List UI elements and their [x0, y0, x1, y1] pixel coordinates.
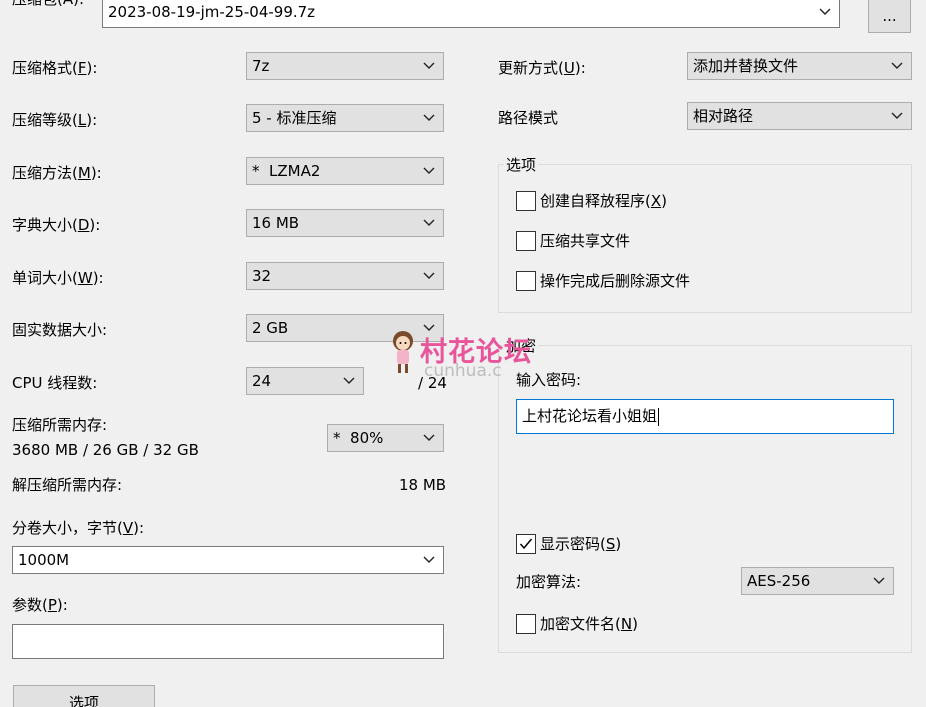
level-label: 压缩等级(L): — [12, 111, 98, 129]
browse-button[interactable]: ... — [868, 0, 911, 33]
chevron-down-icon — [871, 568, 887, 594]
solid-label: 固实数据大小: — [12, 321, 108, 339]
algo-label: 加密算法: — [516, 573, 582, 591]
show-password-label[interactable]: 显示密码(S) — [540, 534, 621, 554]
cpu-label: CPU 线程数: — [12, 374, 98, 392]
word-value: 32 — [252, 267, 272, 285]
chevron-down-icon — [889, 53, 905, 79]
password-value: 上村花论坛看小姐姐 — [522, 407, 658, 425]
format-select[interactable]: 7z — [246, 52, 444, 80]
cpu-select[interactable]: 24 — [246, 367, 364, 395]
chevron-down-icon — [341, 368, 357, 394]
show-password-checkbox[interactable] — [516, 534, 536, 554]
text-cursor — [658, 407, 660, 426]
chevron-down-icon — [421, 105, 437, 131]
update-select[interactable]: 添加并替换文件 — [687, 52, 912, 80]
dict-value: 16 MB — [252, 214, 300, 232]
chevron-down-icon — [421, 53, 437, 79]
word-select[interactable]: 32 — [246, 262, 444, 290]
path-mode-label: 路径模式 — [498, 109, 559, 127]
password-input[interactable]: 上村花论坛看小姐姐 — [516, 399, 894, 434]
method-label: 压缩方法(M): — [12, 164, 102, 182]
cpu-value: 24 — [252, 372, 272, 390]
delete-after-checkbox[interactable] — [516, 271, 536, 291]
format-label: 压缩格式(F): — [12, 59, 98, 77]
encrypt-names-checkbox[interactable] — [516, 614, 536, 634]
checkmark-icon — [519, 538, 533, 550]
mem-decompress-value: 18 MB — [399, 476, 447, 494]
method-select[interactable]: * LZMA2 — [246, 157, 444, 185]
options-group-title: 选项 — [504, 155, 539, 175]
watermark-mascot — [388, 330, 418, 376]
options-button-label: 选项 — [68, 694, 99, 707]
volume-value: 1000M — [18, 551, 70, 569]
dict-label: 字典大小(D): — [12, 216, 101, 234]
level-value: 5 - 标准压缩 — [252, 109, 337, 127]
chevron-down-icon — [421, 547, 437, 573]
params-input[interactable] — [12, 624, 444, 659]
password-label: 输入密码: — [516, 371, 582, 389]
level-select[interactable]: 5 - 标准压缩 — [246, 104, 444, 132]
method-value: * LZMA2 — [252, 162, 321, 180]
algo-select[interactable]: AES-256 — [741, 567, 894, 595]
dict-select[interactable]: 16 MB — [246, 209, 444, 237]
encrypt-group — [498, 345, 912, 653]
algo-value: AES-256 — [747, 572, 811, 590]
update-label: 更新方式(U): — [498, 59, 586, 77]
mem-percent-select[interactable]: * 80% — [327, 424, 444, 452]
volume-combo[interactable]: 1000M — [12, 546, 444, 574]
encrypt-names-label[interactable]: 加密文件名(N) — [540, 614, 638, 634]
path-mode-value: 相对路径 — [693, 107, 754, 125]
shared-files-checkbox[interactable] — [516, 231, 536, 251]
archive-label: 压缩包(A): — [12, 0, 84, 9]
format-value: 7z — [252, 57, 270, 75]
watermark-subtext: cunhua.c — [424, 361, 502, 381]
sfx-checkbox[interactable] — [516, 191, 536, 211]
chevron-down-icon — [421, 158, 437, 184]
archive-path-value: 2023-08-19-jm-25-04-99.7z — [108, 3, 316, 21]
options-button[interactable]: 选项 — [13, 685, 155, 707]
solid-value: 2 GB — [252, 319, 289, 337]
mem-compress-value: 3680 MB / 26 GB / 32 GB — [12, 441, 199, 459]
mem-compress-label: 压缩所需内存: — [12, 416, 108, 434]
chevron-down-icon — [421, 425, 437, 451]
mem-percent-value: * 80% — [333, 429, 384, 447]
chevron-down-icon — [421, 210, 437, 236]
volume-label: 分卷大小，字节(V): — [12, 519, 145, 537]
mem-decompress-label: 解压缩所需内存: — [12, 476, 123, 494]
chevron-down-icon — [817, 0, 833, 25]
archive-path-combo[interactable]: 2023-08-19-jm-25-04-99.7z — [102, 0, 840, 28]
path-mode-select[interactable]: 相对路径 — [687, 102, 912, 130]
chevron-down-icon — [421, 263, 437, 289]
chevron-down-icon — [889, 103, 905, 129]
sfx-label[interactable]: 创建自释放程序(X) — [540, 191, 667, 211]
delete-after-label[interactable]: 操作完成后删除源文件 — [540, 271, 690, 291]
update-value: 添加并替换文件 — [693, 57, 799, 75]
word-label: 单词大小(W): — [12, 269, 104, 287]
shared-files-label[interactable]: 压缩共享文件 — [540, 231, 630, 251]
browse-button-label: ... — [882, 7, 897, 25]
params-label: 参数(P): — [12, 596, 68, 614]
